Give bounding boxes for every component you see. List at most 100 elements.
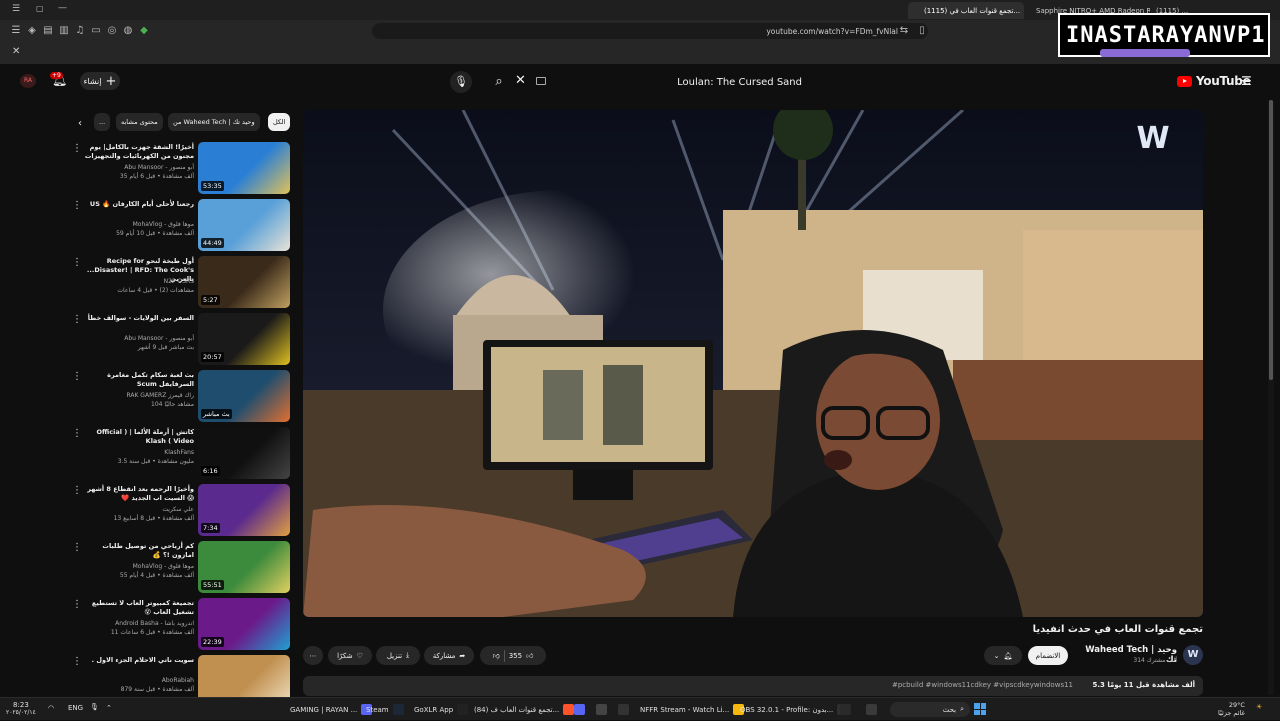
- recommendation-channel[interactable]: KlashFans: [82, 449, 194, 456]
- recommendation-title[interactable]: كاتش | أرملة الألما | ( Official Video )…: [82, 428, 194, 446]
- account-avatar[interactable]: RA: [20, 74, 36, 88]
- chip-more[interactable]: ...: [94, 113, 111, 131]
- video-thumbnail[interactable]: 6:16: [198, 427, 290, 479]
- video-thumbnail[interactable]: 7:34: [198, 484, 290, 536]
- more-options-icon[interactable]: ⋮: [72, 314, 82, 325]
- clock[interactable]: 8:23 ٢٠٢٥/٠٢/١٤: [6, 701, 36, 717]
- tab-active[interactable]: (1115) تجمع قنوات العاب في...: [908, 2, 1024, 19]
- video-thumbnail[interactable]: 22:39: [198, 598, 290, 650]
- shield-icon[interactable]: ◈: [26, 25, 38, 37]
- recommendation-channel[interactable]: MohaVlog - موها فلوق: [82, 221, 194, 228]
- recommendation-item[interactable]: 7:34 وأخيرًا الرحمه بعد انقطاع 8 أشهر 😱 ا…: [72, 484, 294, 538]
- more-options-icon[interactable]: ⋮: [72, 428, 82, 439]
- notes-icon[interactable]: ▭: [90, 25, 102, 37]
- video-thumbnail[interactable]: 5:27: [198, 256, 290, 308]
- recommendation-item[interactable]: 5:27 أول طبخة لنحو Recipe for Disaster! |…: [72, 256, 294, 310]
- recommendation-item[interactable]: 53:35 أخيرًا! الشقة جهزت بالكامل| يوم مجن…: [72, 142, 294, 196]
- taskbar-app[interactable]: GoXLR App: [414, 698, 469, 721]
- recommendation-title[interactable]: بث لعبة سكام تكمل مغامرة السرفايفل Scum: [82, 371, 194, 389]
- more-options-icon[interactable]: ⋮: [72, 200, 82, 211]
- window-restore-icon[interactable]: ▢: [36, 4, 44, 13]
- discord-icon[interactable]: ◍: [122, 25, 134, 37]
- create-button[interactable]: إنشاء +: [80, 72, 120, 90]
- recommendation-title[interactable]: السفر بين الولايات - سوالف خطأ: [82, 314, 194, 323]
- taskbar-search[interactable]: بحث ⌕: [890, 702, 970, 717]
- recommendation-channel[interactable]: N2P OSRS: [82, 278, 194, 285]
- recommendation-channel[interactable]: RAK GAMERZ راك قيمرز: [82, 392, 194, 399]
- lang-indicator[interactable]: ENG: [68, 704, 83, 712]
- translate-icon[interactable]: ⇆: [898, 25, 910, 37]
- recommendation-channel[interactable]: Abu Mansoor - أبو منصور: [82, 335, 194, 342]
- thanks-button[interactable]: شكرًا ♡: [328, 646, 372, 665]
- share-button[interactable]: مشاركة ➦: [424, 646, 474, 665]
- minimize-icon[interactable]: —: [58, 3, 67, 13]
- recommendation-title[interactable]: وأخيرًا الرحمه بعد انقطاع 8 أشهر 😱 السيت…: [82, 485, 194, 503]
- taskbar-app[interactable]: OBS 32.0.1 - Profile: بدون...: [740, 698, 849, 721]
- mail-icon[interactable]: [596, 704, 607, 715]
- search-button[interactable]: ⌕: [486, 71, 512, 93]
- download-button[interactable]: تنزيل ⤓: [376, 646, 420, 665]
- video-player[interactable]: W: [303, 110, 1203, 617]
- close-icon[interactable]: ✕: [12, 46, 20, 57]
- explorer-icon[interactable]: [866, 704, 877, 715]
- weather-widget[interactable]: 29°C غائم جزئيًا: [1218, 701, 1245, 717]
- recommendation-item[interactable]: 22:39 تجميعة كمبيوتر العاب لا تستطيع تشغي…: [72, 598, 294, 652]
- more-options-icon[interactable]: ⋮: [72, 371, 82, 382]
- recommendation-channel[interactable]: Abu Mansoor - أبو منصور: [82, 164, 194, 171]
- recommendation-channel[interactable]: علي سكريت: [82, 506, 194, 513]
- join-button[interactable]: الانضمام: [1028, 646, 1068, 665]
- guide-menu-icon[interactable]: ☰: [1241, 74, 1252, 88]
- scrollbar-thumb[interactable]: [1269, 100, 1273, 380]
- chip-all[interactable]: الكل: [268, 113, 291, 131]
- tabs-icon[interactable]: ▤: [42, 25, 54, 37]
- chip-from-channel[interactable]: من Waheed Tech | وحيد تك: [168, 113, 260, 131]
- whatsapp-icon[interactable]: ◎: [106, 25, 118, 37]
- extension-icon[interactable]: ◆: [138, 25, 150, 37]
- video-thumbnail[interactable]: 20:57: [198, 313, 290, 365]
- video-thumbnail[interactable]: 55:51: [198, 541, 290, 593]
- wifi-icon[interactable]: ◠: [48, 704, 54, 712]
- voice-search-button[interactable]: 🎙︎: [450, 71, 472, 93]
- recommendation-item[interactable]: 55:51 كم أرباحي من توصيل طلبات امازون !؟ …: [72, 541, 294, 595]
- recommendation-title[interactable]: تجميعة كمبيوتر العاب لا تستطيع تشغيل الع…: [82, 599, 194, 617]
- more-options-icon[interactable]: ⋮: [72, 542, 82, 553]
- more-options-icon[interactable]: ⋮: [72, 257, 82, 268]
- more-options-icon[interactable]: ⋮: [72, 143, 82, 154]
- more-options-icon[interactable]: ⋮: [72, 656, 82, 667]
- taskbar-app[interactable]: NFFR Stream - Watch Li...: [640, 698, 745, 721]
- panel-icon[interactable]: ▥: [58, 25, 70, 37]
- recommendation-title[interactable]: سويت ناتي الاحلام الجزء الاول .: [82, 656, 194, 665]
- recommendation-channel[interactable]: MohaVlog - موها فلوق: [82, 563, 194, 570]
- taskbar-app[interactable]: Steam: [366, 698, 404, 721]
- recommendation-item[interactable]: 6:16 كاتش | أرملة الألما | ( Official Vid…: [72, 427, 294, 481]
- bookmark-icon[interactable]: ▯: [916, 25, 928, 37]
- discord-icon[interactable]: [574, 704, 585, 715]
- more-options-icon[interactable]: ⋮: [72, 485, 82, 496]
- recommendation-title[interactable]: رجعنا لأحلى أيام الكارفان 🔥 US: [82, 200, 194, 209]
- windows-start-icon[interactable]: [974, 703, 986, 715]
- taskbar-app[interactable]: (84) تجمع قنوات العاب ف...: [474, 698, 575, 721]
- description-box[interactable]: 5.3 ألف مشاهدة قبل 11 يومًا #pcbuild #wi…: [303, 676, 1203, 696]
- channel-avatar[interactable]: W: [1183, 645, 1203, 665]
- recommendation-item[interactable]: 44:49 رجعنا لأحلى أيام الكارفان 🔥 US MohaV…: [72, 199, 294, 253]
- video-thumbnail[interactable]: 53:35: [198, 142, 290, 194]
- recommendation-title[interactable]: أخيرًا! الشقة جهزت بالكامل| يوم مجنون من…: [82, 143, 194, 161]
- like-count[interactable]: 355: [509, 652, 522, 660]
- dislike-icon[interactable]: 👎︎: [493, 651, 500, 660]
- clear-search-icon[interactable]: ✕: [515, 73, 526, 88]
- taskbar-app[interactable]: GAMING | RAYAN ...: [290, 698, 373, 721]
- subscribed-bell-button[interactable]: ⌄ 🔔︎: [984, 646, 1022, 665]
- recommendation-item[interactable]: بث مباشر بث لعبة سكام تكمل مغامرة السرفاي…: [72, 370, 294, 424]
- menu-icon[interactable]: ☰: [12, 4, 20, 14]
- recommendation-title[interactable]: كم أرباحي من توصيل طلبات امازون !؟ 💰: [82, 542, 194, 560]
- recommendation-item[interactable]: 20:57 السفر بين الولايات - سوالف خطأ Abu M…: [72, 313, 294, 367]
- chevron-up-icon[interactable]: ⌃: [106, 704, 112, 712]
- youtube-logo[interactable]: YouTube: [1177, 74, 1251, 88]
- video-thumbnail[interactable]: بث مباشر: [198, 370, 290, 422]
- address-bar[interactable]: youtube.com/watch?v=FDm_fvNlal: [372, 23, 928, 39]
- search-input[interactable]: Loulan: The Cursed Sand: [530, 71, 820, 93]
- sidebar-toggle-icon[interactable]: ☰: [10, 25, 22, 37]
- mic-tray-icon[interactable]: 🎙︎: [90, 703, 99, 711]
- music-icon[interactable]: ♫: [74, 25, 86, 37]
- terminal-icon[interactable]: [618, 704, 629, 715]
